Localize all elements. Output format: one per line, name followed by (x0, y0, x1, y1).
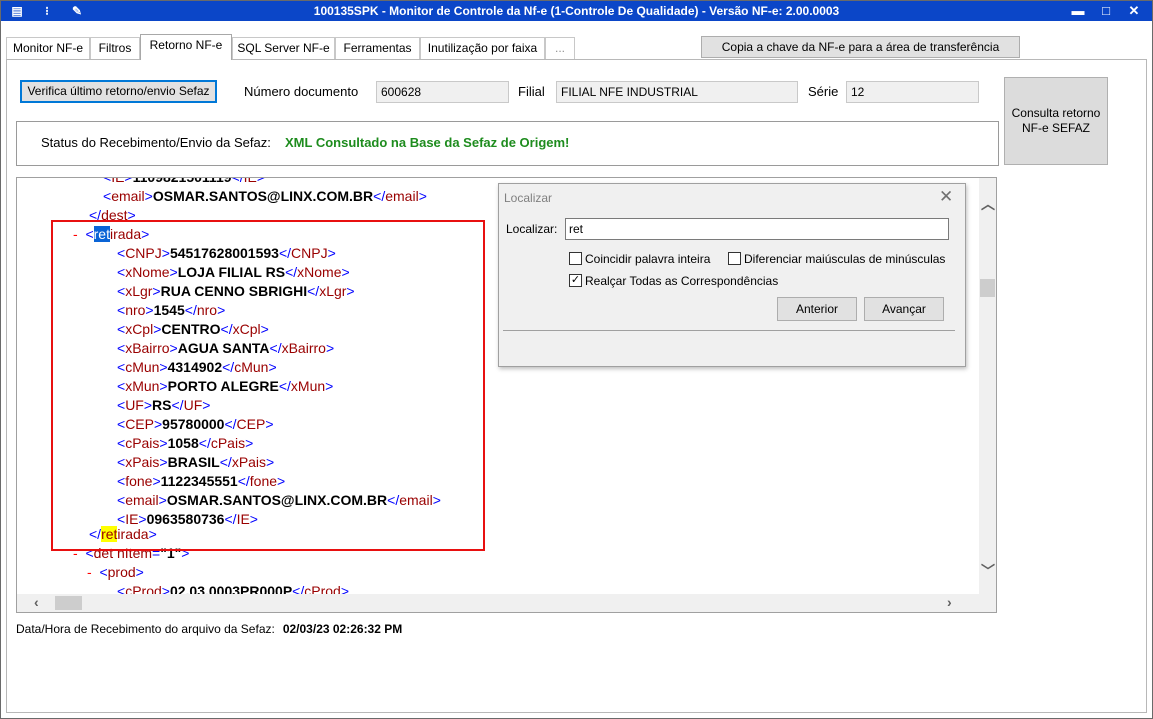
status-label: Status do Recebimento/Envio da Sefaz: (41, 135, 271, 150)
copy-key-button[interactable]: Copia a chave da NF-e para a área de tra… (701, 36, 1020, 58)
tab-monitor-nfe[interactable]: Monitor NF-e (6, 37, 90, 60)
consulta-label-line1: Consulta retorno (1011, 106, 1101, 120)
serie-field[interactable]: 12 (846, 81, 979, 103)
dialog-divider (503, 330, 955, 331)
receipt-datetime: Data/Hora de Recebimento do arquivo da S… (16, 622, 402, 636)
doc-number-label: Número documento (244, 84, 359, 99)
consulta-retorno-button[interactable]: Consulta retorno NF-e SEFAZ (1004, 77, 1108, 165)
next-button[interactable]: Avançar (864, 297, 944, 321)
find-label: Localizar: (506, 222, 558, 236)
horizontal-scrollbar[interactable]: ‹ › (17, 594, 979, 612)
vertical-scrollbar[interactable]: ︿ ﹀ (979, 178, 996, 594)
previous-button[interactable]: Anterior (777, 297, 857, 321)
xml-line: <cProd>02.03.0003PR000P</cProd> (117, 583, 350, 594)
status-box: Status do Recebimento/Envio da Sefaz: XM… (16, 121, 999, 166)
title-bar: ▤ ⁝ ✎ 100135SPK - Monitor de Controle da… (1, 1, 1152, 21)
filial-field[interactable]: FILIAL NFE INDUSTRIAL (556, 81, 798, 103)
tab-sql-server-nfe[interactable]: SQL Server NF-e (232, 37, 335, 60)
xml-line: <IE>1109821501119</IE> (103, 178, 265, 186)
vertical-scroll-thumb[interactable] (980, 279, 995, 297)
highlight-all-checkbox[interactable]: ✓ (569, 274, 582, 287)
find-input[interactable]: ret (565, 218, 949, 240)
tab-ferramentas[interactable]: Ferramentas (335, 37, 420, 60)
collapse-marker[interactable]: - (87, 564, 92, 580)
whole-word-label: Coincidir palavra inteira (585, 252, 711, 266)
maximize-button[interactable]: □ (1095, 2, 1117, 20)
tab-more[interactable]: ... (545, 37, 575, 60)
horizontal-scroll-thumb[interactable] (55, 596, 82, 610)
consulta-label-line2: NF-e SEFAZ (1021, 121, 1090, 135)
verify-last-return-button[interactable]: Verifica último retorno/envio Sefaz (20, 80, 217, 103)
status-value: XML Consultado na Base da Sefaz de Orige… (285, 135, 570, 150)
minimize-button[interactable]: ▬ (1067, 2, 1089, 20)
find-dialog-title: Localizar (504, 191, 553, 205)
xml-line: <email>OSMAR.SANTOS@LINX.COM.BR</email> (103, 188, 427, 204)
window-title: 100135SPK - Monitor de Controle da Nf-e … (313, 4, 840, 18)
scroll-left-icon[interactable]: ‹ (34, 594, 39, 610)
find-dialog: Localizar ✕ Localizar: ret Coincidir pal… (498, 183, 966, 367)
find-close-icon[interactable]: ✕ (939, 187, 953, 207)
highlight-annotation-box (51, 220, 485, 551)
receipt-datetime-label: Data/Hora de Recebimento do arquivo da S… (16, 622, 275, 636)
close-button[interactable]: ✕ (1123, 2, 1145, 20)
highlight-all-label: Realçar Todas as Correspondências (585, 274, 779, 288)
match-case-checkbox[interactable] (728, 252, 741, 265)
scroll-right-icon[interactable]: › (947, 594, 952, 610)
xml-line-prod: - <prod> (87, 564, 144, 580)
main-window: ▤ ⁝ ✎ 100135SPK - Monitor de Controle da… (0, 0, 1153, 719)
tab-inutilizacao[interactable]: Inutilização por faixa (420, 37, 545, 60)
whole-word-checkbox[interactable] (569, 252, 582, 265)
tab-retorno-nfe[interactable]: Retorno NF-e (140, 34, 232, 60)
match-case-label: Diferenciar maiúsculas de minúsculas (744, 252, 946, 266)
serie-label: Série (808, 84, 839, 99)
tab-filtros[interactable]: Filtros (90, 37, 140, 60)
scroll-down-icon[interactable]: ﹀ (981, 561, 995, 581)
scroll-corner (979, 594, 996, 612)
receipt-datetime-value: 02/03/23 02:26:32 PM (282, 622, 403, 636)
scroll-up-icon[interactable]: ︿ (981, 194, 995, 214)
filial-label: Filial (518, 84, 545, 99)
doc-number-field[interactable]: 600628 (376, 81, 509, 103)
